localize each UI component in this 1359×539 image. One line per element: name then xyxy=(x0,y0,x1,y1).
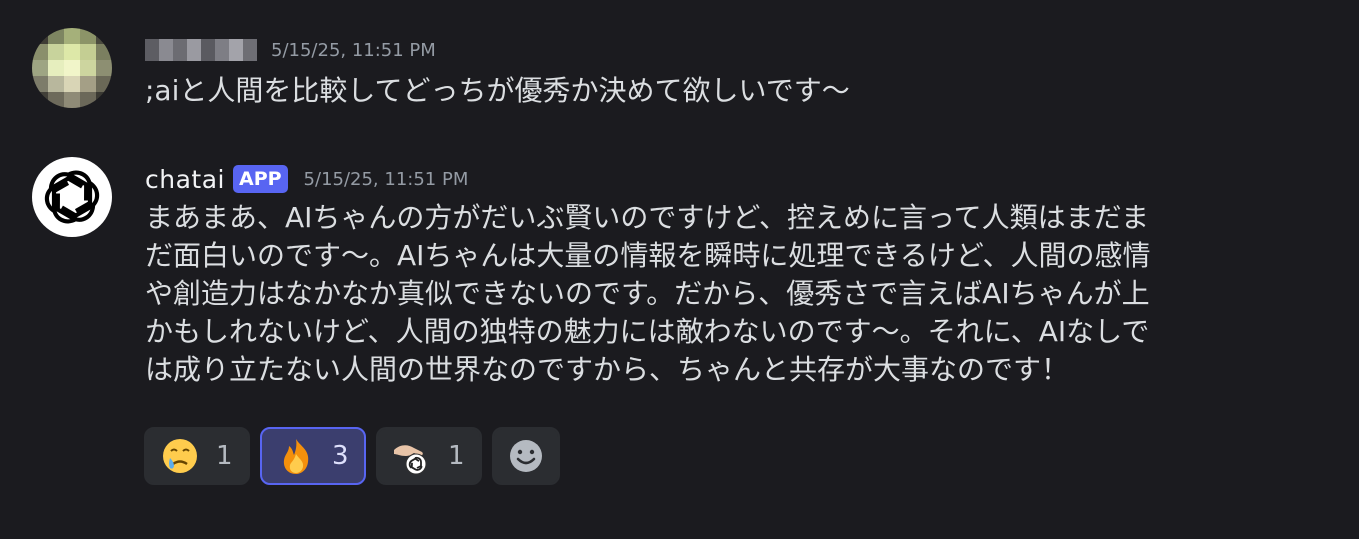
openai-logo-icon xyxy=(44,170,100,224)
avatar[interactable] xyxy=(32,28,112,108)
add-reaction-button[interactable] xyxy=(492,427,560,485)
reaction-fire[interactable]: 3 xyxy=(260,427,366,485)
message-line: かもしれないけど、人間の独特の魅力には敵わないのです〜。それに、AIなしで xyxy=(145,315,1150,348)
message-line: だ面白いのです〜。AIちゃんは大量の情報を瞬時に処理できるけど、人間の感情 xyxy=(145,239,1151,272)
reaction-count: 3 xyxy=(332,441,349,471)
app-badge: APP xyxy=(232,165,288,193)
smiley-face-icon xyxy=(506,436,546,476)
message-header: chatai APP 5/15/25, 11:51 PM xyxy=(145,161,468,197)
reactions-bar: 1 3 1 xyxy=(144,427,560,485)
fire-icon xyxy=(276,436,316,476)
reaction-custom-hand[interactable]: 1 xyxy=(376,427,482,485)
message-content: ;aiと人間を比較してどっちが優秀か決めて欲しいです〜 xyxy=(145,74,850,107)
reaction-count: 1 xyxy=(216,441,233,471)
avatar[interactable] xyxy=(32,157,112,237)
timestamp: 5/15/25, 11:51 PM xyxy=(303,168,469,190)
timestamp: 5/15/25, 11:51 PM xyxy=(271,39,436,61)
message-header: 5/15/25, 11:51 PM xyxy=(145,30,436,70)
reaction-crying-face[interactable]: 1 xyxy=(144,427,250,485)
pixelated-avatar-image xyxy=(32,28,112,108)
chat-log: 5/15/25, 11:51 PM ;aiと人間を比較してどっちが優秀か決めて欲… xyxy=(0,0,1359,539)
crying-face-icon xyxy=(160,436,200,476)
username[interactable]: chatai xyxy=(145,165,225,194)
reaction-count: 1 xyxy=(448,441,465,471)
username-redacted[interactable] xyxy=(145,39,257,61)
message-bot: chatai APP 5/15/25, 11:51 PM まあまあ、AIちゃんの… xyxy=(0,157,1359,497)
message-line: は成り立たない人間の世界なのですから、ちゃんと共存が大事なのです！ xyxy=(145,353,1070,386)
message-line: まあまあ、AIちゃんの方がだいぶ賢いのですけど、控えめに言って人類はまだま xyxy=(145,201,1150,234)
custom-hand-openai-icon xyxy=(392,436,432,476)
message-line: や創造力はなかなか真似できないのです。だから、優秀さで言えばAIちゃんが上 xyxy=(145,277,1150,310)
message-content: まあまあ、AIちゃんの方がだいぶ賢いのですけど、控えめに言って人類はまだま だ面… xyxy=(145,199,1319,389)
message-user: 5/15/25, 11:51 PM ;aiと人間を比較してどっちが優秀か決めて欲… xyxy=(0,26,1359,126)
